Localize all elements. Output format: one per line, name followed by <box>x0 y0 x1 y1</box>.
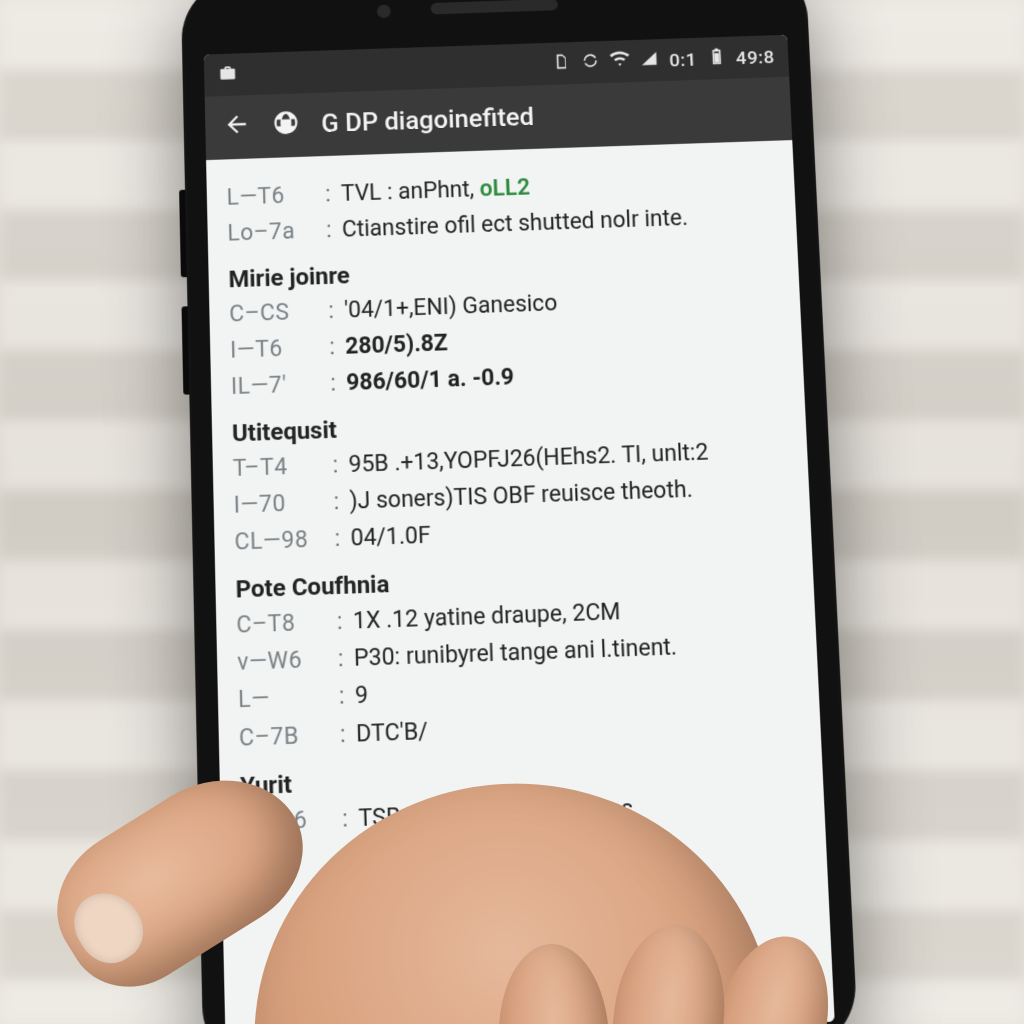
wifi-icon <box>610 49 631 74</box>
row-colon: : <box>332 450 341 481</box>
sync-icon <box>581 50 602 75</box>
row-code: L— <box>238 681 332 716</box>
row-colon: : <box>329 332 338 363</box>
row-colon: : <box>330 368 339 399</box>
briefcase-icon <box>218 63 238 88</box>
row-code: IL—7' <box>231 368 323 402</box>
row-code: T—or6 <box>241 803 335 838</box>
row-colon: : <box>336 606 345 637</box>
row-colon: : <box>337 643 346 675</box>
row-code: CL—98 <box>234 524 327 558</box>
globe-icon[interactable] <box>272 108 300 143</box>
row-value-accent: oLL2 <box>479 174 530 202</box>
row-code: C–T8 <box>236 607 329 641</box>
row-colon: : <box>342 802 351 834</box>
row-code: I—70 <box>233 487 326 521</box>
row-colon: : <box>328 295 337 326</box>
row-code: I—T6 <box>230 332 322 366</box>
page-title: G DP diagoinefited <box>321 95 774 139</box>
status-time-right: 49:8 <box>735 45 775 68</box>
row-colon: : <box>326 215 335 245</box>
row-colon: : <box>343 840 352 872</box>
row-code: T–T4 <box>232 450 325 484</box>
proximity-sensor <box>377 4 391 18</box>
row-code: L—T6 <box>226 179 317 212</box>
row-code: T—90 <box>241 841 335 876</box>
row-colon: : <box>333 486 342 517</box>
phone-frame: 0:1 49:8 G DP diagoinefited L—T6:TVL : a… <box>181 0 859 1024</box>
row-code: C–CS <box>229 296 321 329</box>
row-colon: : <box>339 681 348 713</box>
earpiece <box>431 0 558 14</box>
status-time-left: 0:1 <box>669 48 697 71</box>
row-colon: : <box>334 523 343 554</box>
signal-icon <box>639 48 660 73</box>
row-colon: : <box>325 179 334 209</box>
row-code: C–7B <box>239 719 333 754</box>
row-code: Lo–7a <box>227 215 319 248</box>
sim-icon <box>551 51 572 76</box>
content-scroll[interactable]: L—T6:TVL : anPhnt, oLL2Lo–7a:Ctianstire … <box>206 140 835 1024</box>
back-icon[interactable] <box>223 110 251 145</box>
row-colon: : <box>340 718 349 750</box>
battery-icon <box>706 46 727 71</box>
screen: 0:1 49:8 G DP diagoinefited L—T6:TVL : a… <box>204 35 835 1024</box>
row-code: v—W6 <box>237 644 330 678</box>
